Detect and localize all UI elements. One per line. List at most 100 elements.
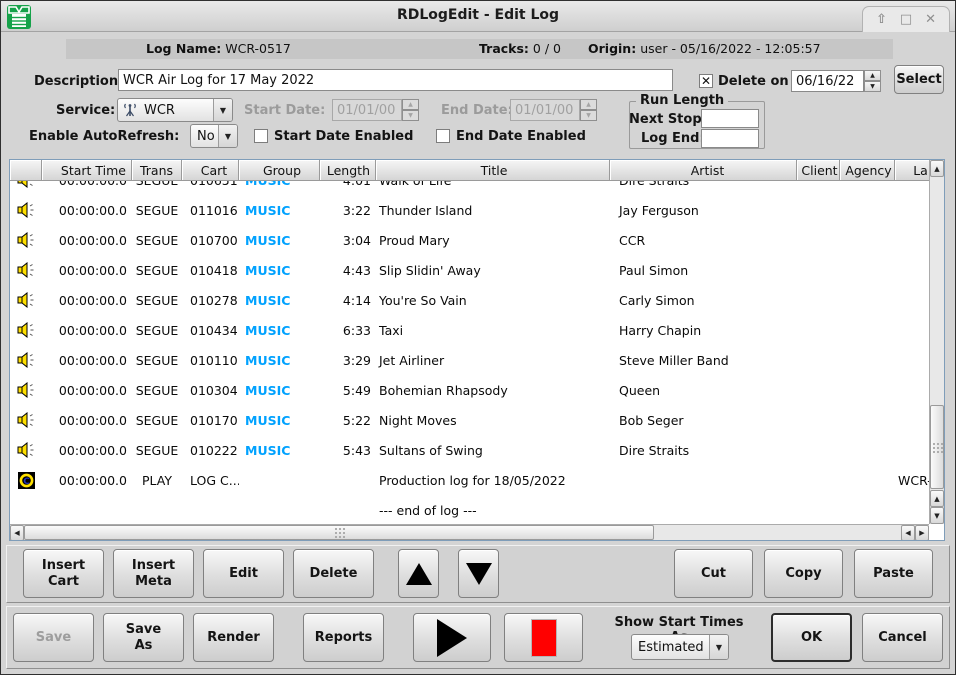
log-row[interactable]: 00:00:00.0SEGUE010222MUSIC5:43Sultans of… [10, 435, 929, 465]
copy-button[interactable]: Copy [764, 549, 843, 598]
speaker-icon [17, 181, 36, 188]
spin-down-icon[interactable]: ▼ [864, 81, 881, 92]
column-header-group[interactable]: Group [239, 160, 320, 181]
ok-button[interactable]: OK [771, 613, 852, 662]
log-row[interactable]: 00:00:00.0SEGUE010434MUSIC6:33TaxiHarry … [10, 315, 929, 345]
horizontal-scroll-track[interactable] [654, 525, 901, 540]
move-up-button[interactable] [398, 549, 439, 598]
column-header-agency[interactable]: Agency [840, 160, 895, 181]
delete-button[interactable]: Delete [293, 549, 374, 598]
save-as-button[interactable]: Save As [103, 613, 184, 662]
cell-cart: 010110 [182, 345, 239, 375]
chevron-down-icon[interactable]: ▼ [213, 99, 232, 121]
delete-date-spinner[interactable]: ▲ ▼ [864, 70, 881, 92]
log-row[interactable]: 00:00:00.0SEGUE010170MUSIC5:22Night Move… [10, 405, 929, 435]
maximize-icon[interactable]: □ [900, 13, 912, 26]
shade-icon[interactable]: ⇧ [876, 13, 887, 26]
speaker-icon [17, 322, 36, 338]
cell-artist: Dire Straits [610, 435, 797, 465]
window-controls: ⇧ □ ✕ [862, 6, 950, 32]
column-header-trans[interactable]: Trans [132, 160, 182, 181]
cell-icon [10, 345, 42, 375]
cell-artist: Carly Simon [610, 285, 797, 315]
reports-button[interactable]: Reports [303, 613, 384, 662]
cell-group [239, 495, 320, 524]
end-date-enabled-checkbox[interactable]: ✕ [436, 129, 450, 143]
column-header-title[interactable]: Title [376, 160, 610, 181]
cell-length: 3:29 [320, 345, 376, 375]
description-input[interactable] [118, 69, 673, 91]
log-row[interactable]: 00:00:00.0SEGUE011016MUSIC3:22Thunder Is… [10, 195, 929, 225]
log-row[interactable]: 00:00:00.0SEGUE010278MUSIC4:14You're So … [10, 285, 929, 315]
insert-cart-button[interactable]: Insert Cart [23, 549, 104, 598]
delete-date-input[interactable] [791, 70, 864, 92]
cut-button[interactable]: Cut [674, 549, 753, 598]
vertical-scroll-thumb[interactable] [930, 405, 944, 489]
play-button[interactable] [413, 613, 491, 662]
autorefresh-combobox[interactable]: No ▼ [190, 124, 238, 148]
svg-text:C: C [23, 477, 30, 487]
cell-group: MUSIC [239, 435, 320, 465]
insert-meta-button[interactable]: Insert Meta [113, 549, 194, 598]
cell-label [895, 255, 929, 285]
save-button[interactable]: Save [13, 613, 94, 662]
select-button[interactable]: Select [894, 65, 944, 94]
vertical-scrollbar[interactable]: ▲ ▲ ▼ [929, 160, 944, 524]
cell-icon [10, 435, 42, 465]
column-header-start-time[interactable]: Start Time [42, 160, 132, 181]
start-date-enabled-checkbox[interactable]: ✕ [254, 129, 268, 143]
cell-label [895, 435, 929, 465]
cell-title: Sultans of Swing [376, 435, 610, 465]
service-label: Service: [56, 103, 115, 118]
column-header-client[interactable]: Client [797, 160, 840, 181]
scroll-up-icon[interactable]: ▲ [930, 160, 944, 177]
horizontal-scrollbar[interactable]: ◀ ◀ ▶ [10, 524, 929, 540]
move-down-button[interactable] [458, 549, 499, 598]
scroll-right-icon[interactable]: ▶ [915, 525, 929, 541]
chevron-down-icon[interactable]: ▼ [218, 125, 237, 147]
render-button[interactable]: Render [193, 613, 274, 662]
cell-cart: 011016 [182, 195, 239, 225]
service-combobox[interactable]: WCR ▼ [117, 98, 233, 122]
paste-button[interactable]: Paste [854, 549, 933, 598]
delete-on-checkbox[interactable]: ✕ [699, 74, 713, 88]
chevron-down-icon[interactable]: ▼ [709, 635, 728, 659]
column-header-cart[interactable]: Cart [182, 160, 239, 181]
close-icon[interactable]: ✕ [925, 13, 936, 26]
cell-label [895, 195, 929, 225]
scroll-left-icon[interactable]: ◀ [10, 525, 24, 541]
titlebar[interactable]: RDLogEdit - Edit Log ⇧ □ ✕ [1, 1, 955, 32]
cell-agency [840, 255, 895, 285]
cell-group: MUSIC [239, 285, 320, 315]
log-row[interactable]: 00:00:00.0SEGUE010700MUSIC3:04Proud Mary… [10, 225, 929, 255]
log-row[interactable]: 00:00:00.0SEGUE010304MUSIC5:49Bohemian R… [10, 375, 929, 405]
scroll-down-icon[interactable]: ▼ [930, 507, 944, 524]
start-date-label: Start Date: [244, 103, 325, 118]
cell-length: 3:22 [320, 195, 376, 225]
column-header-length[interactable]: Length [320, 160, 376, 181]
speaker-icon [17, 262, 36, 278]
log-row[interactable]: --- end of log --- [10, 495, 929, 524]
cell-artist [610, 465, 797, 495]
log-row[interactable]: 00:00:00.0SEGUE010651MUSIC4:01Walk of Li… [10, 181, 929, 195]
cancel-button[interactable]: Cancel [862, 613, 943, 662]
speaker-icon [17, 412, 36, 428]
show-start-times-combobox[interactable]: Estimated ▼ [631, 634, 729, 660]
log-row[interactable]: C 00:00:00.0PLAYLOG C...Production log f… [10, 465, 929, 495]
horizontal-scroll-thumb[interactable] [24, 525, 654, 540]
vertical-scroll-track[interactable] [930, 177, 944, 490]
spin-down-icon: ▼ [402, 110, 419, 121]
cell-client [797, 255, 840, 285]
column-header-icon[interactable] [10, 160, 42, 181]
stop-button[interactable] [504, 613, 583, 662]
scroll-left-icon[interactable]: ◀ [901, 525, 915, 541]
column-header-artist[interactable]: Artist [610, 160, 797, 181]
log-row[interactable]: 00:00:00.0SEGUE010110MUSIC3:29Jet Airlin… [10, 345, 929, 375]
edit-button[interactable]: Edit [203, 549, 284, 598]
log-row[interactable]: 00:00:00.0SEGUE010418MUSIC4:43Slip Slidi… [10, 255, 929, 285]
spin-up-icon[interactable]: ▲ [864, 70, 881, 81]
cell-start_time: 00:00:00.0 [42, 225, 132, 255]
cell-length: 6:33 [320, 315, 376, 345]
scroll-up-icon[interactable]: ▲ [930, 490, 944, 507]
cell-title: Production log for 18/05/2022 [376, 465, 610, 495]
